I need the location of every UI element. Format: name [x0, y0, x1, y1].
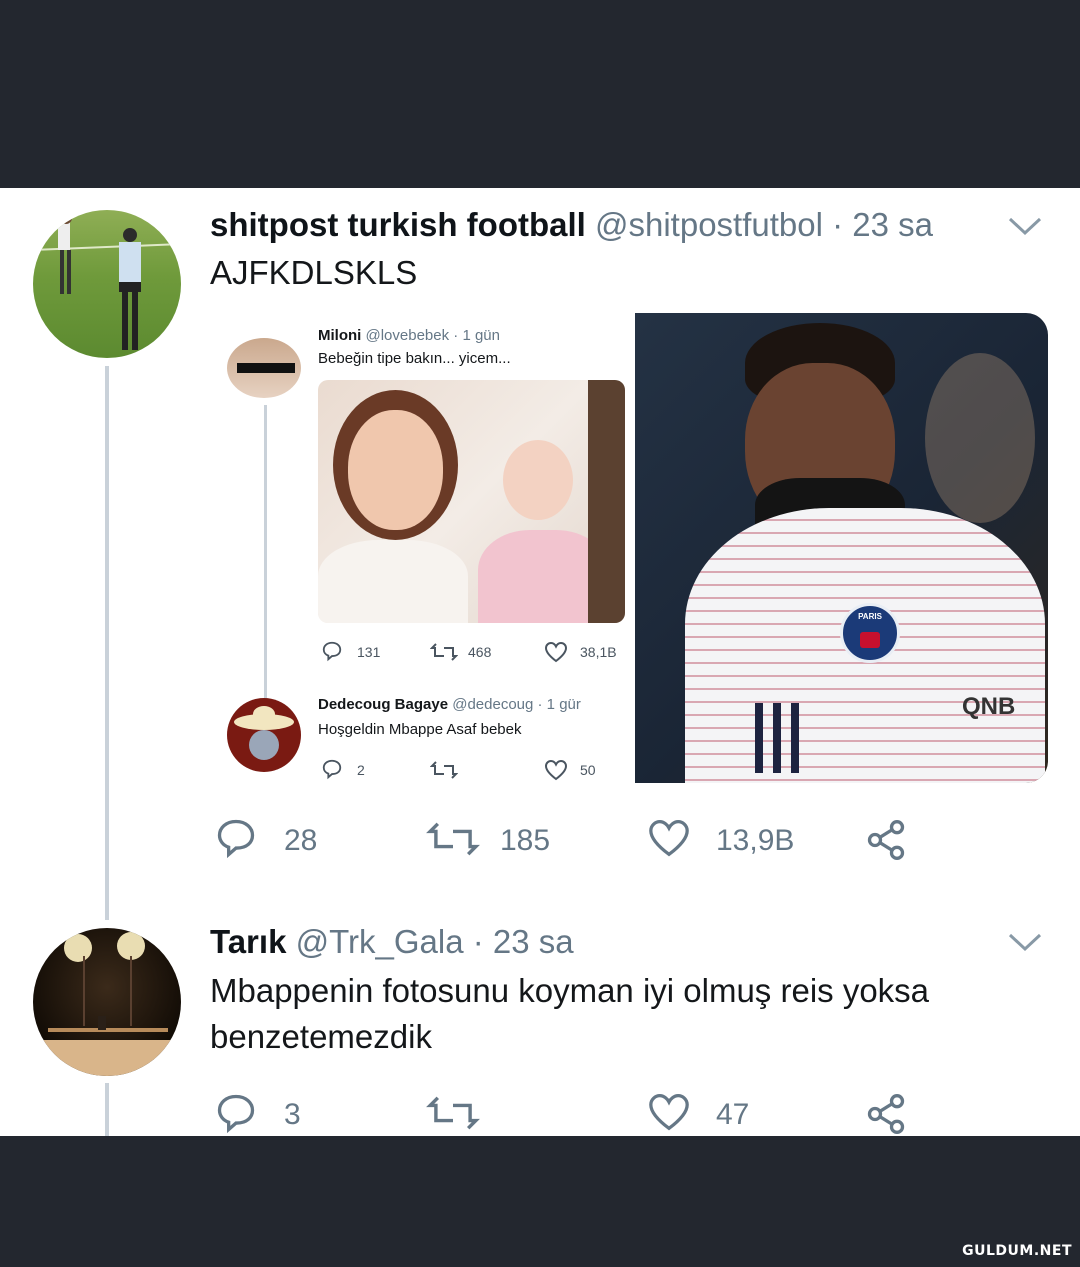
retweet-count: 468 [468, 644, 492, 660]
tweet-text: Mbappenin fotosunu koyman iyi olmuş reis… [210, 968, 929, 1060]
timestamp: · 1 gün [453, 327, 500, 344]
tweet-thread: shitpost turkish football @shitpostfutbo… [0, 188, 1080, 1136]
football-field-image [33, 212, 181, 350]
reply-count: 131 [357, 644, 381, 660]
retweet-icon[interactable] [430, 760, 458, 780]
tweet-header: Tarık @Trk_Gala · 23 sa [210, 923, 574, 961]
embedded-text-b: Hoşgeldin Mbappe Asaf bebek [318, 721, 522, 738]
embedded-header-a: Miloni @lovebebek · 1 gün [318, 327, 500, 344]
player-photo[interactable]: PARIS QNB [635, 313, 1048, 783]
like-icon[interactable] [544, 759, 568, 781]
thread-line [105, 366, 109, 920]
reply-icon[interactable] [321, 758, 343, 780]
top-dark-bar [0, 0, 1080, 188]
sponsor-text: QNB [962, 693, 1016, 720]
avatar[interactable] [33, 928, 181, 1076]
retweet-icon[interactable] [426, 1094, 480, 1132]
retweet-count: 185 [500, 824, 551, 857]
handle[interactable]: @Trk_Gala [296, 923, 464, 960]
like-count: 38,1B [580, 644, 617, 660]
bottom-dark-bar [0, 1136, 1080, 1267]
media-grid[interactable]: Miloni @lovebebek · 1 gün Bebeğin tipe b… [210, 313, 1048, 783]
avatar[interactable] [33, 210, 181, 358]
selfie-photo [318, 380, 625, 623]
handle: @dedecoug [452, 696, 534, 713]
display-name: Dedecoug Bagaye [318, 696, 449, 713]
retweet-icon[interactable] [426, 820, 480, 858]
display-name[interactable]: Tarık [210, 923, 286, 960]
night-scene-image [33, 932, 181, 1076]
reply-icon[interactable] [214, 1091, 258, 1135]
share-icon[interactable] [864, 1092, 908, 1136]
chevron-down-icon[interactable] [1008, 216, 1042, 236]
share-icon[interactable] [864, 818, 908, 862]
tweet-text-line: Mbappenin fotosunu koyman iyi olmuş reis… [210, 972, 930, 1009]
club-crest: PARIS [840, 603, 900, 663]
reply-icon[interactable] [214, 816, 258, 860]
handle[interactable]: @shitpostfutbol [595, 206, 823, 243]
avatar [227, 698, 301, 772]
timestamp: · 1 gür [537, 696, 581, 713]
like-count: 13,9B [716, 824, 795, 857]
tweet-header: shitpost turkish football @shitpostfutbo… [210, 206, 933, 244]
embedded-screenshot[interactable]: Miloni @lovebebek · 1 gün Bebeğin tipe b… [210, 313, 625, 783]
reply-icon[interactable] [321, 640, 343, 662]
timestamp[interactable]: · 23 sa [473, 923, 574, 960]
like-count: 50 [580, 762, 596, 778]
retweet-icon[interactable] [430, 642, 458, 662]
reply-count: 3 [284, 1098, 301, 1131]
handle: @lovebebek [365, 327, 450, 344]
like-icon[interactable] [544, 641, 568, 663]
reply-count: 28 [284, 824, 318, 857]
like-icon[interactable] [647, 1092, 691, 1132]
watermark: GULDUM.NET [962, 1243, 1072, 1259]
tweet-text-line: benzetemezdik [210, 1018, 432, 1055]
tweet-text: AJFKDLSKLS [210, 254, 418, 291]
embedded-header-b: Dedecoug Bagaye @dedecoug · 1 gür [318, 696, 581, 713]
avatar [227, 338, 301, 398]
crest-text: PARIS [858, 612, 882, 621]
reply-count: 2 [357, 762, 365, 778]
like-icon[interactable] [647, 818, 691, 858]
thread-line [105, 1083, 109, 1136]
like-count: 47 [716, 1098, 750, 1131]
display-name: Miloni [318, 327, 362, 344]
timestamp[interactable]: · 23 sa [832, 206, 933, 243]
chevron-down-icon[interactable] [1008, 932, 1042, 952]
display-name[interactable]: shitpost turkish football [210, 206, 586, 243]
embedded-text-a: Bebeğin tipe bakın... yicem... [318, 350, 511, 367]
